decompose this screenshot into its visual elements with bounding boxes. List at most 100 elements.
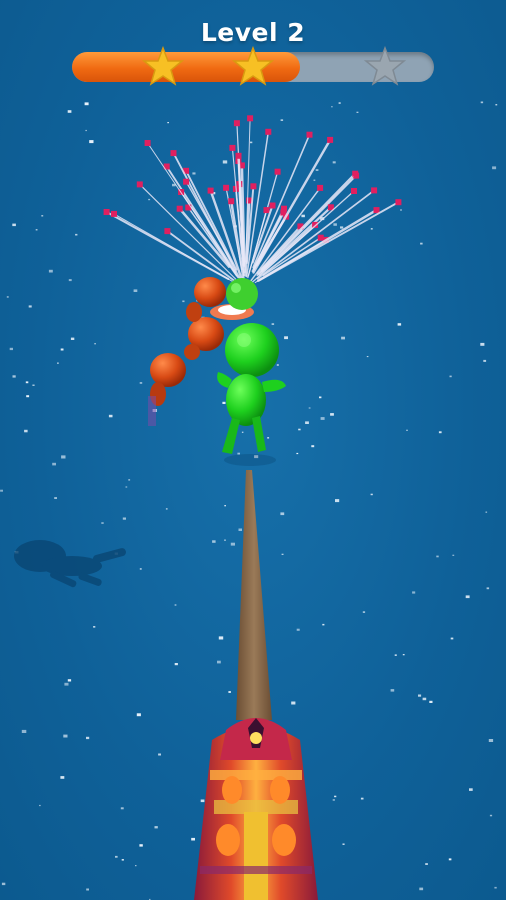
snow-fleck	[108, 414, 113, 418]
snow-fleck	[6, 296, 9, 298]
snow-fleck	[115, 855, 118, 858]
snow-fleck	[60, 348, 64, 351]
snow-fleck	[452, 554, 455, 556]
spark-tip	[274, 168, 281, 175]
snow-fleck	[320, 417, 325, 420]
snow-fleck	[12, 223, 16, 227]
snow-fleck	[280, 512, 285, 516]
snow-fleck	[148, 198, 151, 201]
snow-fleck	[334, 795, 337, 798]
snow-fleck	[284, 336, 288, 340]
snow-fleck	[86, 736, 90, 740]
spark-trail	[249, 187, 321, 283]
snow-fleck	[224, 505, 226, 507]
snow-fleck	[418, 694, 422, 697]
snow-fleck	[280, 119, 284, 121]
snow-fleck	[84, 102, 89, 106]
snow-fleck	[338, 102, 341, 104]
spark-tip	[263, 207, 270, 214]
spark-tip	[223, 184, 230, 191]
spark-tip	[233, 120, 240, 127]
snow-fleck	[370, 228, 373, 230]
snow-fleck	[218, 636, 224, 640]
snow-fleck	[9, 347, 13, 351]
snow-fleck	[192, 172, 196, 175]
snow-fleck	[39, 804, 41, 807]
snow-fleck	[486, 587, 490, 590]
snow-fleck	[237, 452, 240, 455]
snow-fleck	[121, 859, 124, 861]
snow-fleck	[12, 375, 16, 378]
snow-fleck	[24, 429, 28, 433]
snow-fleck	[394, 654, 397, 656]
snow-fleck	[450, 637, 454, 640]
snow-fleck	[483, 359, 487, 362]
snow-fleck	[370, 493, 373, 496]
spark-tip	[183, 178, 190, 185]
spark-tip	[176, 205, 183, 212]
snow-fleck	[271, 323, 275, 325]
snow-fleck	[291, 701, 296, 705]
snow-fleck	[296, 452, 299, 455]
snow-fleck	[480, 342, 485, 346]
snow-fleck	[89, 140, 94, 144]
snow-fleck	[222, 401, 226, 404]
snow-fleck	[212, 540, 216, 543]
spark-tip	[229, 144, 236, 151]
snow-fleck	[158, 753, 161, 756]
snow-fleck	[333, 223, 337, 226]
snow-fleck	[341, 336, 345, 340]
snow-fleck	[335, 499, 340, 503]
snow-fleck	[67, 110, 72, 113]
spark-tip	[317, 184, 324, 191]
snow-fleck	[495, 104, 498, 106]
level-title: Level 2	[200, 18, 306, 47]
snow-fleck	[412, 591, 416, 594]
snow-fleck	[139, 382, 143, 384]
snow-fleck	[64, 682, 69, 686]
snow-fleck	[298, 428, 301, 431]
snow-fleck	[494, 886, 497, 889]
snow-fleck	[63, 734, 68, 738]
snow-fleck	[70, 337, 75, 340]
snow-fleck	[397, 323, 402, 326]
snow-fleck	[492, 166, 497, 170]
snow-fleck	[133, 289, 138, 292]
spark-tip	[306, 131, 313, 138]
cannon-icon[interactable]	[194, 718, 318, 900]
snow-fleck	[128, 479, 131, 481]
snow-fleck	[488, 739, 494, 742]
snow-fleck	[366, 356, 369, 358]
snow-fleck	[332, 161, 336, 164]
star-icon	[142, 46, 184, 86]
game-scene[interactable]: Level 2	[0, 0, 506, 900]
snow-fleck	[422, 697, 427, 701]
snow-fleck	[67, 679, 72, 682]
snow-fleck	[217, 660, 221, 664]
spark-tip	[250, 183, 257, 190]
snow-fleck	[429, 700, 433, 703]
snow-fleck	[311, 445, 315, 448]
snow-fleck	[332, 799, 335, 801]
game-world[interactable]	[0, 0, 506, 900]
snow-fleck	[449, 375, 452, 378]
snow-fleck	[425, 863, 428, 865]
spark-tip	[185, 204, 192, 211]
green-stickman-icon[interactable]	[217, 323, 286, 466]
hud: Level 2	[0, 0, 506, 100]
snow-fleck	[419, 887, 424, 891]
snow-fleck	[448, 858, 452, 861]
snow-fleck	[331, 106, 333, 108]
spark-tip	[207, 187, 214, 194]
spark-tip	[136, 181, 143, 188]
snow-fleck	[0, 489, 4, 492]
spark-tip	[352, 170, 359, 177]
snow-fleck	[85, 129, 87, 132]
orange-stickman-icon[interactable]	[148, 277, 226, 426]
snow-fleck	[402, 654, 405, 656]
spark-tip	[395, 199, 402, 206]
spark-tip	[144, 140, 151, 146]
spark-tip	[280, 209, 287, 216]
snow-fleck	[41, 215, 44, 217]
snow-fleck	[342, 843, 345, 845]
